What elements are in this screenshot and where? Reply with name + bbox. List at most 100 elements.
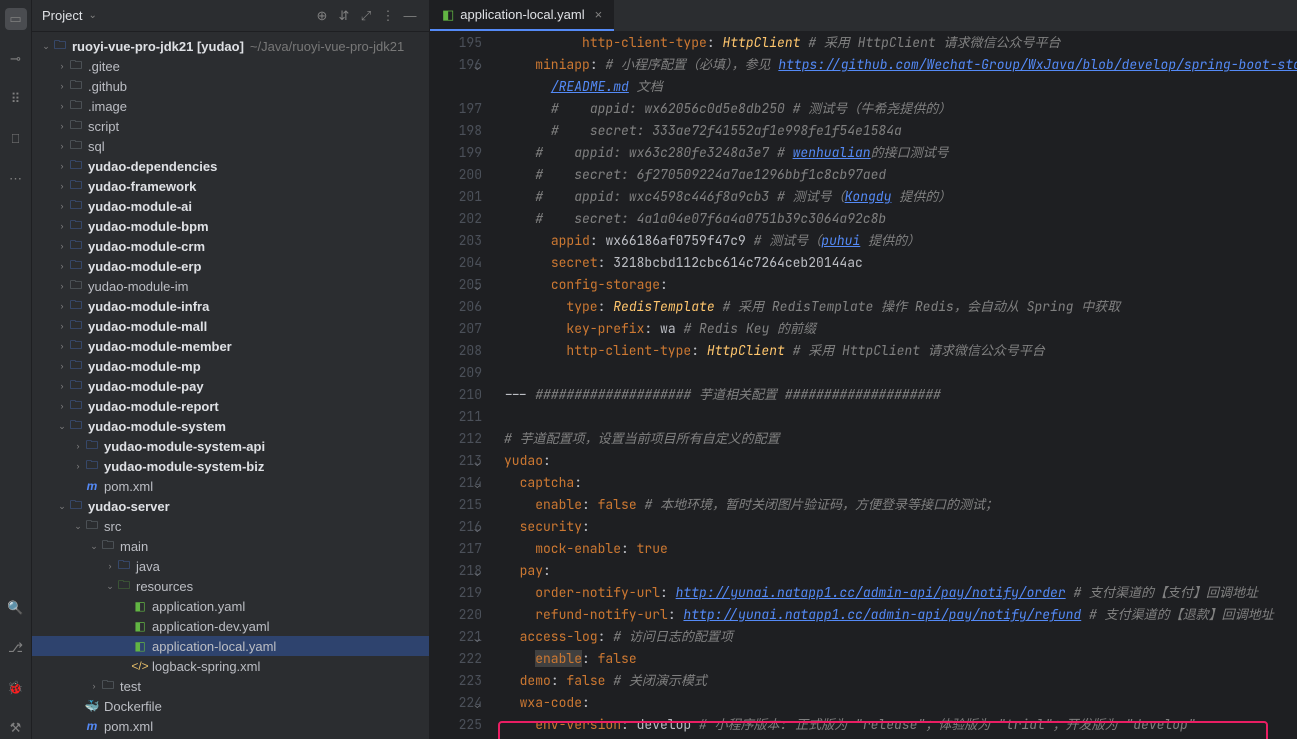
disclosure-icon[interactable]: › xyxy=(56,201,68,211)
tree-node[interactable]: ›🗀yudao-module-ai xyxy=(32,196,429,216)
disclosure-icon[interactable]: › xyxy=(56,341,68,351)
hide-icon[interactable]: — xyxy=(401,8,419,23)
tree-node[interactable]: ›🗀yudao-module-infra xyxy=(32,296,429,316)
tree-node[interactable]: ⌄🗀yudao-module-system xyxy=(32,416,429,436)
commit-tool-icon[interactable]: ⊸ xyxy=(5,48,27,70)
fold-icon[interactable]: ⌄ xyxy=(468,474,480,496)
project-title[interactable]: Project xyxy=(42,8,82,23)
editor-tab[interactable]: ◧ application-local.yaml × xyxy=(430,0,614,31)
tree-node[interactable]: mpom.xml xyxy=(32,716,429,736)
structure-tool-icon[interactable]: ⠿ xyxy=(5,88,27,110)
code-line[interactable]: miniapp: # 小程序配置（必填），参见 https://github.c… xyxy=(504,54,1297,76)
disclosure-icon[interactable]: ⌄ xyxy=(56,421,68,432)
fold-icon[interactable]: ⌄ xyxy=(468,452,480,474)
code-line[interactable]: key-prefix: wa # Redis Key 的前缀 xyxy=(504,318,1297,340)
tree-node[interactable]: 🐳Dockerfile xyxy=(32,696,429,716)
tree-node[interactable]: ›🗀java xyxy=(32,556,429,576)
tree-node[interactable]: ›🗀yudao-dependencies xyxy=(32,156,429,176)
code-line[interactable]: # 芋道配置项，设置当前项目所有自定义的配置 xyxy=(504,428,1297,450)
tree-node[interactable]: ›🗀yudao-module-mall xyxy=(32,316,429,336)
code-line[interactable]: # secret: 4a1a04e07f6a4a0751b39c3064a92c… xyxy=(504,208,1297,230)
close-icon[interactable]: × xyxy=(595,7,603,22)
tree-node[interactable]: ›🗀.image xyxy=(32,96,429,116)
tree-node[interactable]: ›🗀yudao-framework xyxy=(32,176,429,196)
code-line[interactable]: config-storage: xyxy=(504,274,1297,296)
disclosure-icon[interactable]: ⌄ xyxy=(88,541,100,552)
tree-node[interactable]: ⌄🗀src xyxy=(32,516,429,536)
fold-icon[interactable]: ⌄ xyxy=(468,518,480,540)
code-line[interactable]: enable: false xyxy=(504,648,1297,670)
build-tool-icon[interactable]: ⚒ xyxy=(5,717,27,739)
tree-node[interactable]: ›🗀yudao-module-crm xyxy=(32,236,429,256)
tree-node[interactable]: ›🗀sql xyxy=(32,136,429,156)
disclosure-icon[interactable]: › xyxy=(56,261,68,271)
disclosure-icon[interactable]: › xyxy=(56,381,68,391)
debug-tool-icon[interactable]: 🐞 xyxy=(5,677,27,699)
code-line[interactable]: pay: xyxy=(504,560,1297,582)
tree-node[interactable]: ◧application-local.yaml xyxy=(32,636,429,656)
code-line[interactable]: enable: false # 本地环境，暂时关闭图片验证码，方便登录等接口的测… xyxy=(504,494,1297,516)
disclosure-icon[interactable]: › xyxy=(56,361,68,371)
tree-node[interactable]: ›🗀yudao-module-member xyxy=(32,336,429,356)
code-line[interactable] xyxy=(504,362,1297,384)
code-line[interactable]: # appid: wxc4598c446f8a9cb3 # 测试号（Kongdy… xyxy=(504,186,1297,208)
code-line[interactable]: demo: false # 关闭演示模式 xyxy=(504,670,1297,692)
fold-icon[interactable]: ⌄ xyxy=(468,276,480,298)
code-line[interactable]: secret: 3218bcbd112cbc614c7264ceb20144ac xyxy=(504,252,1297,274)
disclosure-icon[interactable]: ⌄ xyxy=(40,41,52,52)
expand-icon[interactable]: ⇵ xyxy=(335,8,353,24)
disclosure-icon[interactable]: › xyxy=(56,121,68,131)
project-dropdown-icon[interactable]: ⌄ xyxy=(88,10,96,21)
code-line[interactable]: # secret: 6f270509224a7ae1296bbf1c8cb97a… xyxy=(504,164,1297,186)
disclosure-icon[interactable]: › xyxy=(56,321,68,331)
disclosure-icon[interactable]: › xyxy=(56,401,68,411)
code-line[interactable]: wxa-code: xyxy=(504,692,1297,714)
disclosure-icon[interactable]: › xyxy=(56,161,68,171)
code-line[interactable]: security: xyxy=(504,516,1297,538)
tree-node[interactable]: ›🗀yudao-module-im xyxy=(32,276,429,296)
fold-icon[interactable]: ⌄ xyxy=(468,694,480,716)
disclosure-icon[interactable]: › xyxy=(72,461,84,471)
tree-node[interactable]: ›🗀.github xyxy=(32,76,429,96)
tree-node[interactable]: ›🗀.gitee xyxy=(32,56,429,76)
fold-icon[interactable]: ⌄ xyxy=(468,562,480,584)
tree-node[interactable]: ⌄🗀ruoyi-vue-pro-jdk21 [yudao]~/Java/ruoy… xyxy=(32,36,429,56)
locate-icon[interactable]: ⊕ xyxy=(313,8,331,24)
code-line[interactable]: # appid: wx62056c0d5e8db250 # 测试号（牛希尧提供的… xyxy=(504,98,1297,120)
tree-node[interactable]: mpom.xml xyxy=(32,476,429,496)
vcs-tool-icon[interactable]: ⎇ xyxy=(5,637,27,659)
code-line[interactable]: http-client-type: HttpClient # 采用 HttpCl… xyxy=(504,32,1297,54)
code-line[interactable]: /README.md 文档 xyxy=(504,76,1297,98)
disclosure-icon[interactable]: › xyxy=(72,441,84,451)
code-editor[interactable]: 195196⌄197198199200201202203204205⌄20620… xyxy=(430,32,1297,739)
tree-node[interactable]: ›🗀yudao-module-bpm xyxy=(32,216,429,236)
tree-node[interactable]: ›🗀script xyxy=(32,116,429,136)
code-line[interactable]: mock-enable: true xyxy=(504,538,1297,560)
disclosure-icon[interactable]: ⌄ xyxy=(72,521,84,532)
project-tool-icon[interactable]: ▭ xyxy=(5,8,27,30)
more-tool-icon[interactable]: ⋯ xyxy=(5,168,27,190)
collapse-icon[interactable]: ⤢ xyxy=(357,8,375,24)
code-line[interactable]: http-client-type: HttpClient # 采用 HttpCl… xyxy=(504,340,1297,362)
tree-node[interactable]: </>logback-spring.xml xyxy=(32,656,429,676)
disclosure-icon[interactable]: › xyxy=(88,681,100,691)
disclosure-icon[interactable]: › xyxy=(56,101,68,111)
disclosure-icon[interactable]: › xyxy=(104,561,116,571)
code-line[interactable]: refund-notify-url: http://yunai.natapp1.… xyxy=(504,604,1297,626)
tree-node[interactable]: ⌄🗀resources xyxy=(32,576,429,596)
tree-node[interactable]: ›🗀yudao-module-system-api xyxy=(32,436,429,456)
code-line[interactable]: type: RedisTemplate # 采用 RedisTemplate 操… xyxy=(504,296,1297,318)
disclosure-icon[interactable]: › xyxy=(56,281,68,291)
tree-node[interactable]: ›🗀yudao-module-system-biz xyxy=(32,456,429,476)
tree-node[interactable]: ›🗀yudao-module-mp xyxy=(32,356,429,376)
code-line[interactable]: appid: wx66186af0759f47c9 # 测试号（puhui 提供… xyxy=(504,230,1297,252)
tree-node[interactable]: ◧application.yaml xyxy=(32,596,429,616)
project-tree[interactable]: ⌄🗀ruoyi-vue-pro-jdk21 [yudao]~/Java/ruoy… xyxy=(32,32,429,739)
disclosure-icon[interactable]: ⌄ xyxy=(104,581,116,592)
code-line[interactable]: access-log: # 访问日志的配置项 xyxy=(504,626,1297,648)
tree-node[interactable]: ›🗀yudao-module-report xyxy=(32,396,429,416)
disclosure-icon[interactable]: ⌄ xyxy=(56,501,68,512)
disclosure-icon[interactable]: › xyxy=(56,61,68,71)
disclosure-icon[interactable]: › xyxy=(56,81,68,91)
code-line[interactable]: order-notify-url: http://yunai.natapp1.c… xyxy=(504,582,1297,604)
